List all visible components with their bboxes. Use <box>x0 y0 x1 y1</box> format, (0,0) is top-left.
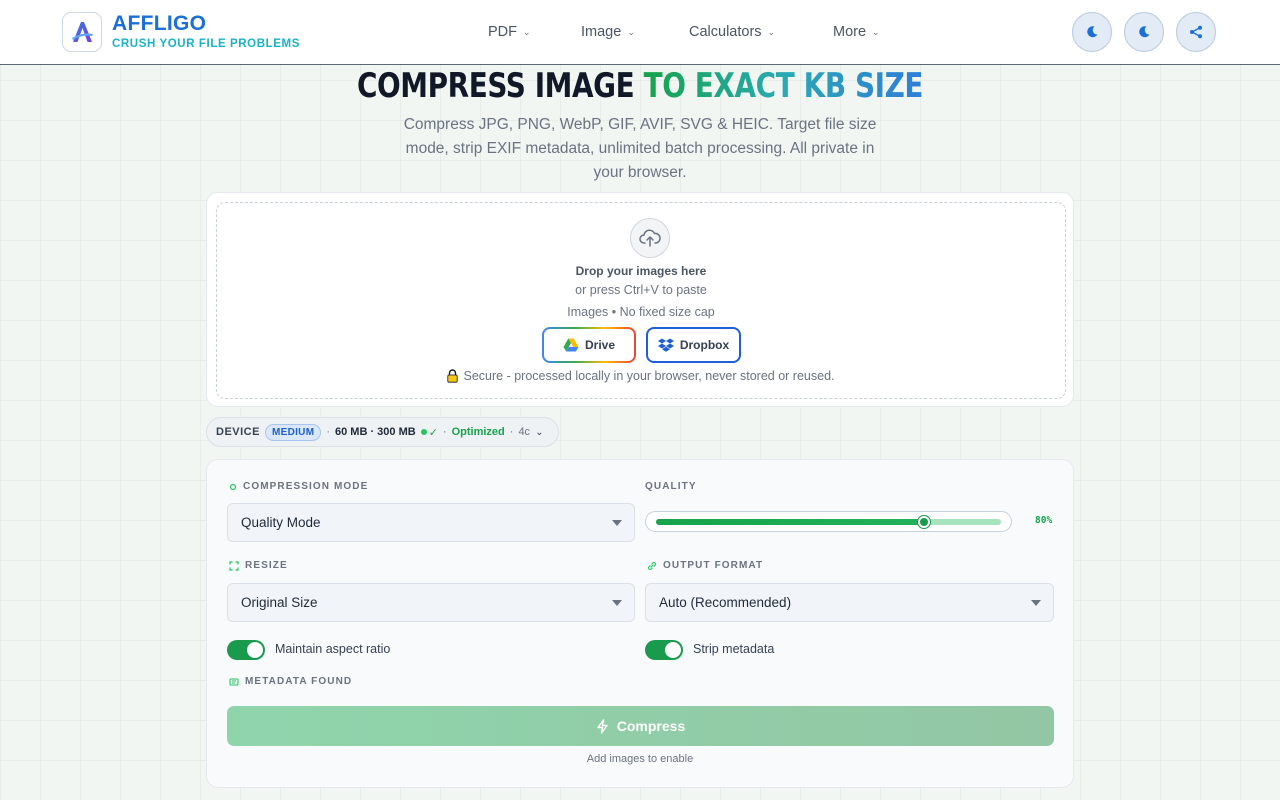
paste-hint: or press Ctrl+V to paste <box>575 283 707 297</box>
caret-down-icon <box>1031 600 1041 606</box>
resize-icon <box>229 560 239 571</box>
compress-label: Compress <box>616 718 686 734</box>
brand-logo[interactable] <box>62 12 102 52</box>
drop-title: Drop your images here <box>575 264 707 278</box>
logo-a-icon <box>72 22 93 42</box>
output-format-heading: OUTPUT FORMAT <box>647 560 763 571</box>
cloud-upload-icon[interactable] <box>630 218 670 258</box>
google-drive-icon <box>563 338 579 352</box>
separator: · <box>442 426 447 438</box>
caret-down-icon <box>612 600 622 606</box>
separator: · <box>509 426 514 438</box>
compression-mode-label: COMPRESSION MODE <box>243 481 369 492</box>
quality-slider-track <box>656 516 1001 528</box>
strip-metadata-toggle[interactable] <box>645 640 683 660</box>
top-header: AFFLIGO CRUSH YOUR FILE PROBLEMS PDF ⌄ I… <box>0 0 1280 65</box>
resize-heading: RESIZE <box>229 560 288 571</box>
settings-card: COMPRESSION MODE Quality Mode QUALITY 80… <box>206 459 1074 788</box>
nav-more-label: More <box>833 24 867 40</box>
caret-down-icon <box>612 520 622 526</box>
chevron-down-icon: ⌄ <box>523 26 531 37</box>
device-info-pill[interactable]: DEVICE MEDIUM · 60 MB · 300 MB ✓ · Optim… <box>206 417 559 447</box>
brand-name[interactable]: AFFLIGO <box>112 12 206 36</box>
lightning-icon <box>597 718 608 734</box>
dark-mode-button[interactable] <box>1124 12 1164 52</box>
quality-label: QUALITY <box>645 481 697 492</box>
nav-more[interactable]: More ⌄ <box>833 24 880 40</box>
nav-image[interactable]: Image ⌄ <box>581 24 635 40</box>
circle-icon <box>229 483 237 490</box>
quality-heading: QUALITY <box>645 481 697 492</box>
dropbox-label: Dropbox <box>679 338 730 352</box>
drive-label: Drive <box>584 338 616 352</box>
quality-slider-thumb[interactable] <box>918 516 930 528</box>
nav-pdf[interactable]: PDF ⌄ <box>488 24 531 40</box>
cores-count: 4c <box>518 426 531 438</box>
compression-mode-select[interactable]: Quality Mode <box>227 503 635 542</box>
optimized-status: Optimized <box>451 426 505 438</box>
metadata-found-label: METADATA FOUND <box>245 676 353 687</box>
compression-mode-heading: COMPRESSION MODE <box>229 481 368 492</box>
device-tier-badge: MEDIUM <box>264 423 322 441</box>
resize-value: Original Size <box>241 595 318 610</box>
metadata-found-heading: METADATA FOUND <box>229 676 352 687</box>
page-subtitle: Compress JPG, PNG, WebP, GIF, AVIF, SVG … <box>403 116 877 181</box>
google-drive-button[interactable]: Drive <box>542 327 636 363</box>
secure-notice: Secure - processed locally in your brows… <box>217 369 1065 383</box>
moon-icon <box>1139 26 1150 38</box>
status-dot-icon <box>420 429 427 435</box>
strip-metadata-label: Strip metadata <box>693 642 775 656</box>
device-label: DEVICE <box>216 426 260 438</box>
quality-slider[interactable] <box>645 511 1012 532</box>
nav-calculators-label: Calculators <box>689 24 762 40</box>
check-mark: ✓ <box>428 426 438 439</box>
chevron-down-icon: ⌄ <box>767 26 776 37</box>
size-cap-info: Images • No fixed size cap <box>567 305 715 319</box>
chevron-down-icon: ⌄ <box>872 26 880 37</box>
compression-mode-value: Quality Mode <box>241 515 321 530</box>
share-icon <box>1190 25 1202 39</box>
resize-select[interactable]: Original Size <box>227 583 635 622</box>
maintain-aspect-toggle[interactable] <box>227 640 265 660</box>
lock-icon <box>447 369 459 383</box>
toggle-knob <box>247 642 263 658</box>
nav-pdf-label: PDF <box>488 24 517 40</box>
quality-value: 80% <box>1035 515 1053 526</box>
maintain-aspect-label: Maintain aspect ratio <box>275 642 391 656</box>
tag-icon <box>229 677 239 686</box>
toggle-knob <box>665 642 681 658</box>
compress-button[interactable]: Compress <box>227 706 1054 746</box>
separator: · <box>326 426 330 438</box>
quality-slider-fill <box>656 519 924 525</box>
output-format-value: Auto (Recommended) <box>659 595 792 610</box>
moon-icon <box>1087 26 1098 38</box>
nav-calculators[interactable]: Calculators ⌄ <box>689 24 775 40</box>
upload-card: Drop your images here or press Ctrl+V to… <box>206 192 1074 407</box>
dropbox-icon <box>657 338 674 352</box>
link-icon <box>648 561 656 570</box>
dropbox-button[interactable]: Dropbox <box>646 327 741 363</box>
share-button[interactable] <box>1176 12 1216 52</box>
memory-info: 60 MB · 300 MB <box>335 426 416 438</box>
enable-hint: Add images to enable <box>586 753 694 765</box>
theme-toggle-button[interactable] <box>1072 12 1112 52</box>
output-format-label: OUTPUT FORMAT <box>663 560 764 571</box>
chevron-down-icon: ⌄ <box>627 26 635 37</box>
resize-label: RESIZE <box>245 560 288 571</box>
page-title-main: COMPRESS IMAGE <box>356 66 635 106</box>
nav-image-label: Image <box>581 24 622 40</box>
page-title-accent: TO EXACT KB SIZE <box>643 66 924 106</box>
output-format-select[interactable]: Auto (Recommended) <box>645 583 1054 622</box>
page-title: COMPRESS IMAGE TO EXACT KB SIZE <box>115 66 1165 106</box>
secure-text: Secure - processed locally in your brows… <box>463 369 835 383</box>
drop-zone[interactable]: Drop your images here or press Ctrl+V to… <box>216 202 1066 399</box>
brand-tagline: CRUSH YOUR FILE PROBLEMS <box>112 38 300 50</box>
chevron-down-icon: ⌄ <box>535 426 544 438</box>
